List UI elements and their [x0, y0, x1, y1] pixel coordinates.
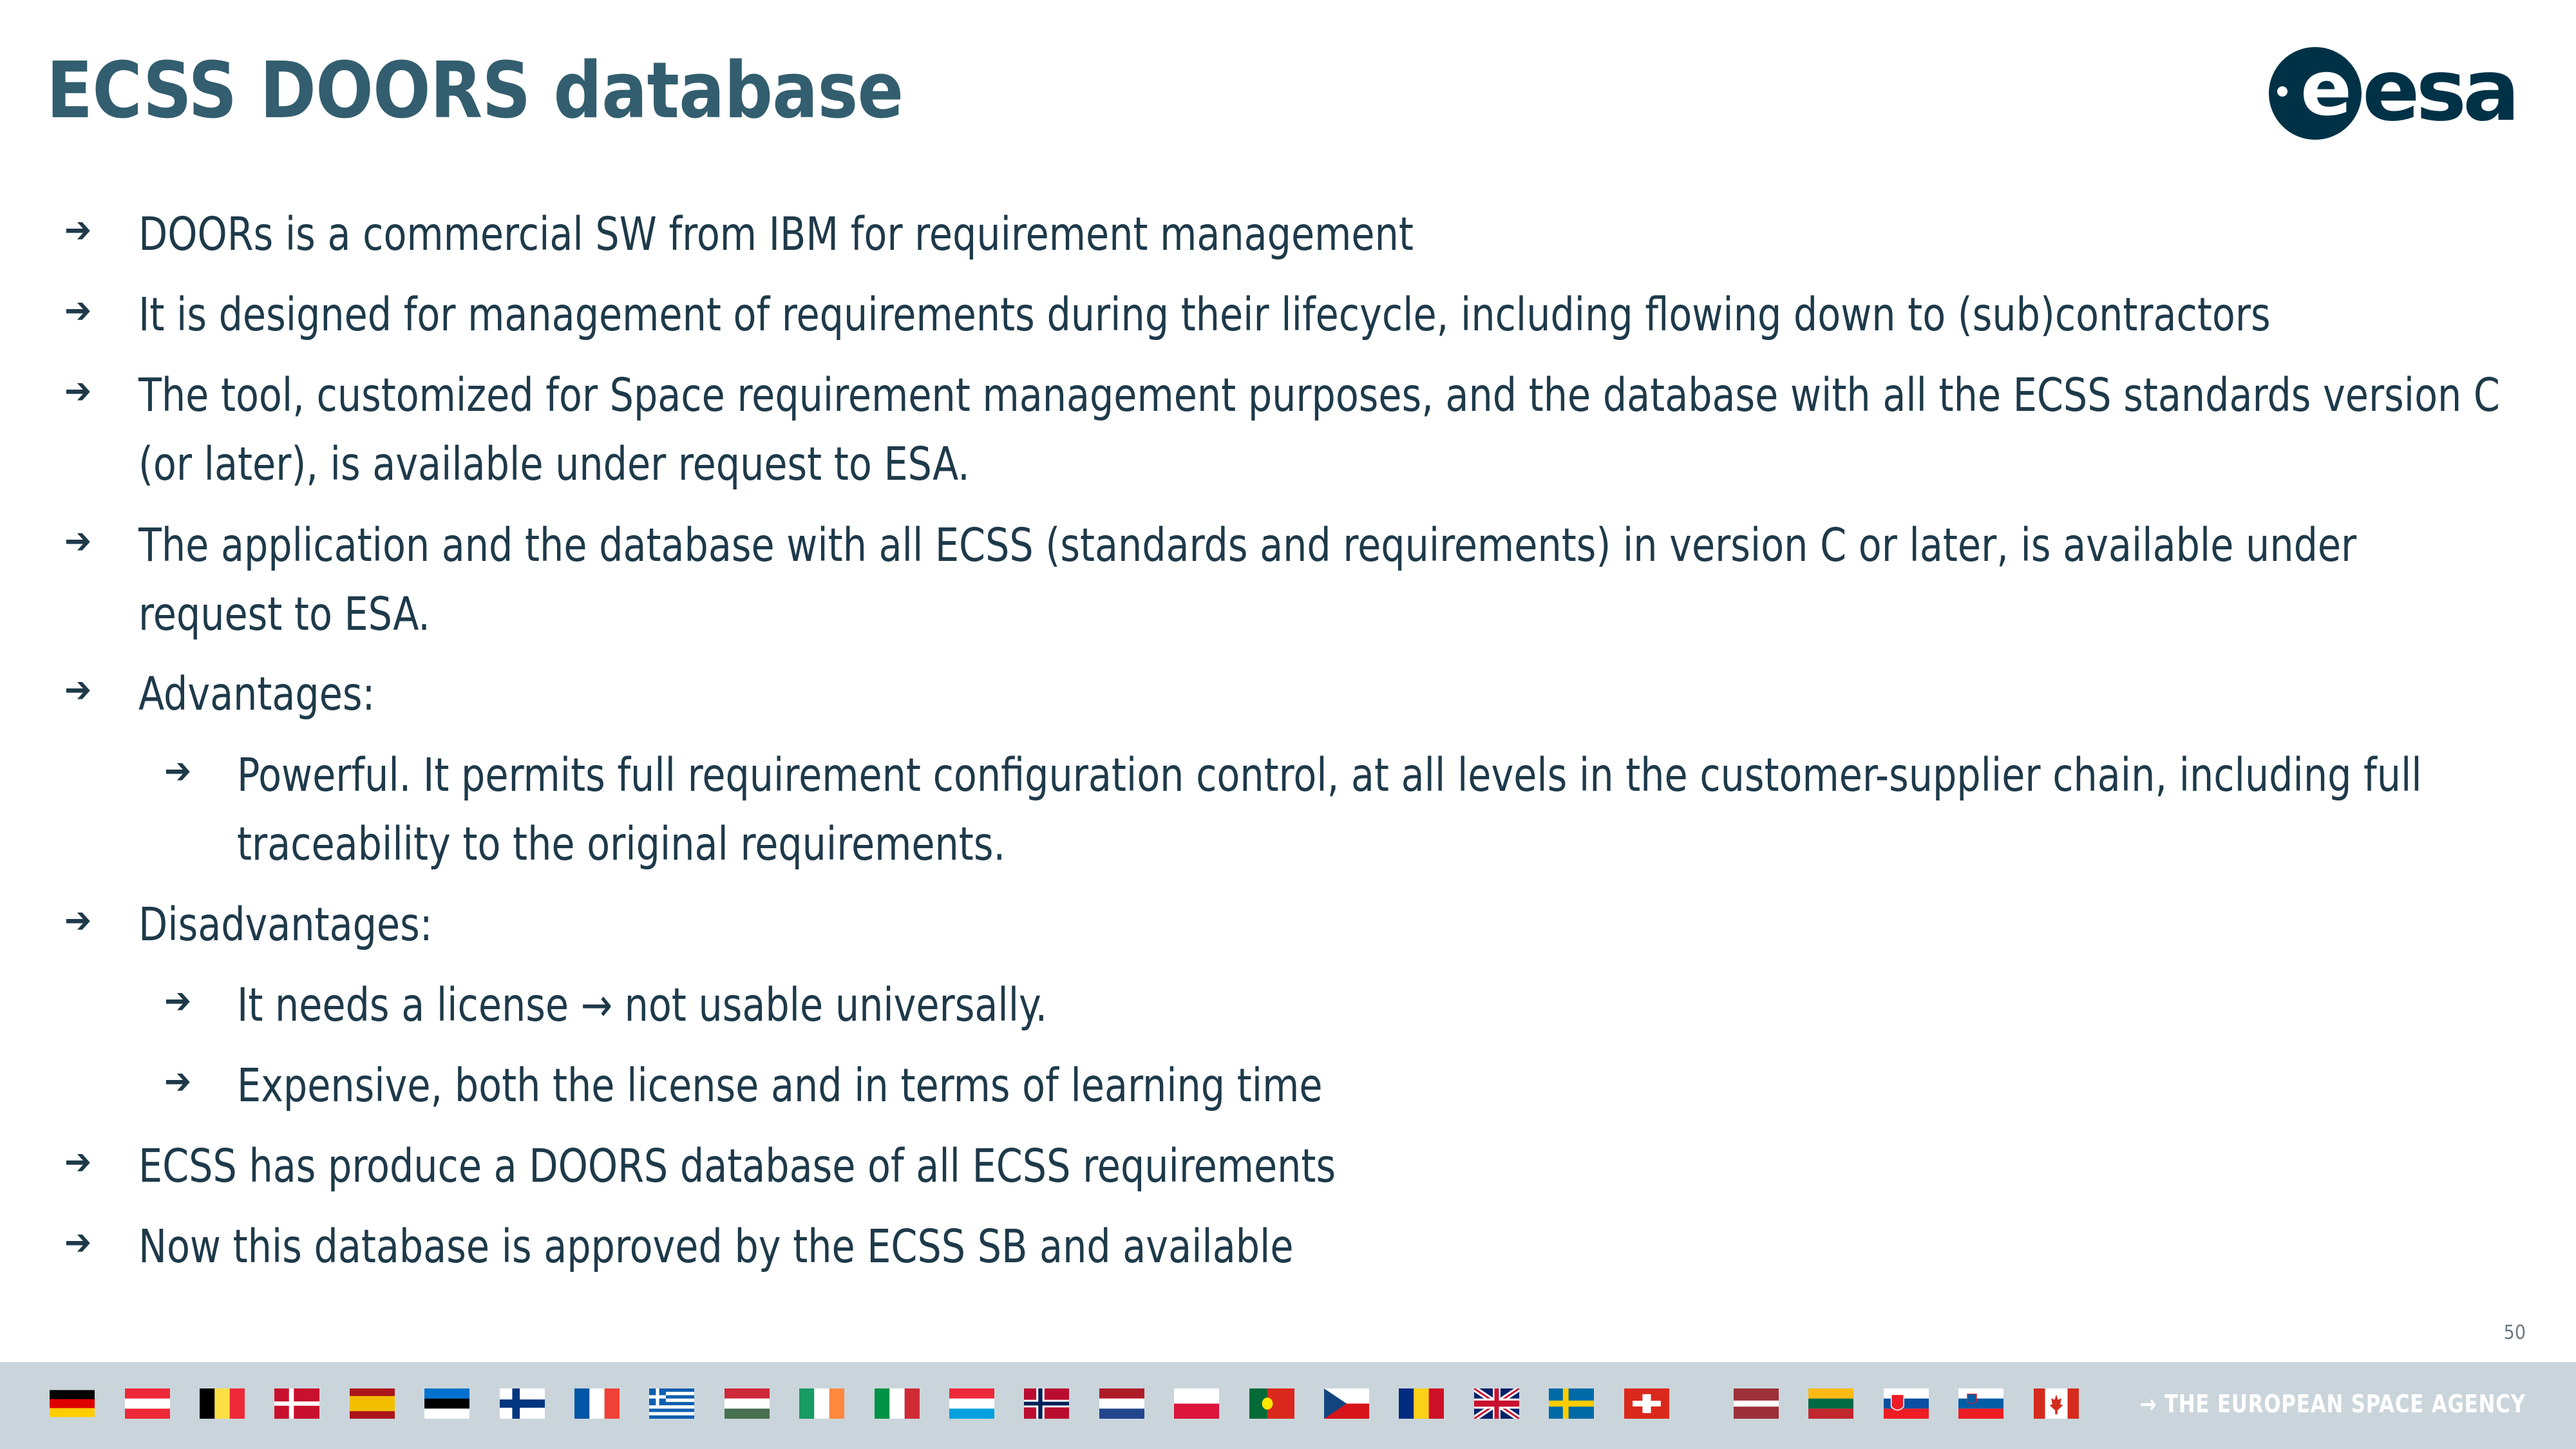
sub-bullet-arrow-icon: ➔ — [164, 750, 192, 792]
canada-flag — [2034, 1388, 2079, 1419]
bullet-arrow-icon: ➔ — [64, 1222, 92, 1264]
bullet-arrow-icon: ➔ — [64, 520, 92, 562]
germany-flag — [50, 1390, 95, 1417]
bullet-arrow-icon: ➔ — [64, 290, 92, 332]
lithuania-flag — [1808, 1388, 1853, 1419]
hungary-flag — [724, 1388, 770, 1419]
bullet-arrow-icon: ➔ — [64, 1141, 92, 1183]
luxembourg-flag — [949, 1388, 994, 1419]
ireland-flag — [799, 1388, 844, 1419]
esa-logo: e esa — [2269, 45, 2520, 140]
logo-wordmark: esa — [2362, 45, 2516, 140]
united-kingdom-flag — [1474, 1388, 1519, 1419]
slide-title: ECSS DOORS database — [46, 46, 904, 136]
sub-bullet-item: Expensive, both the license and in terms… — [237, 1059, 1323, 1112]
romania-flag — [1399, 1388, 1444, 1419]
slovenia-flag — [1958, 1388, 2003, 1419]
italy-flag — [875, 1388, 920, 1419]
bullet-arrow-icon: ➔ — [64, 209, 92, 251]
bullet-arrow-icon: ➔ — [64, 669, 92, 711]
bullet-arrow-icon: ➔ — [64, 900, 92, 942]
bullet-item: Disadvantages: — [138, 898, 433, 951]
switzerland-flag — [1624, 1388, 1669, 1419]
netherlands-flag — [1099, 1388, 1144, 1419]
sub-bullet-item: Powerful. It permits full requirement co… — [237, 748, 2422, 871]
sub-bullet-item: It needs a license → not usable universa… — [237, 978, 1048, 1032]
bullet-item: ECSS has produce a DOORS database of all… — [138, 1139, 1336, 1193]
latvia-flag — [1734, 1388, 1779, 1419]
estonia-flag — [424, 1388, 469, 1419]
portugal-flag — [1249, 1388, 1294, 1419]
denmark-flag — [274, 1388, 319, 1419]
belgium-flag — [200, 1388, 245, 1419]
greece-flag — [649, 1388, 694, 1419]
bullet-item: The application and the database with al… — [138, 518, 2357, 641]
poland-flag — [1174, 1388, 1219, 1419]
bullet-item: Advantages: — [138, 667, 375, 721]
bullet-arrow-icon: ➔ — [64, 370, 92, 412]
agency-tagline: → THE EUROPEAN SPACE AGENCY — [2139, 1390, 2526, 1418]
finland-flag — [500, 1388, 545, 1419]
bullet-item: The tool, customized for Space requireme… — [138, 368, 2500, 491]
svg-text:e: e — [2300, 45, 2352, 133]
page-number: 50 — [2503, 1321, 2526, 1344]
sub-bullet-arrow-icon: ➔ — [164, 980, 192, 1022]
spain-flag — [350, 1388, 395, 1419]
norway-flag — [1024, 1388, 1069, 1419]
slovakia-flag — [1884, 1388, 1929, 1419]
bullet-item: It is designed for management of require… — [138, 288, 2271, 341]
france-flag — [574, 1388, 620, 1419]
czech-republic-flag — [1324, 1388, 1369, 1419]
bullet-item: Now this database is approved by the ECS… — [138, 1220, 1294, 1273]
austria-flag — [125, 1388, 170, 1419]
sub-bullet-arrow-icon: ➔ — [164, 1061, 192, 1103]
sweden-flag — [1549, 1388, 1594, 1419]
bullet-item: DOORs is a commercial SW from IBM for re… — [138, 207, 1414, 261]
